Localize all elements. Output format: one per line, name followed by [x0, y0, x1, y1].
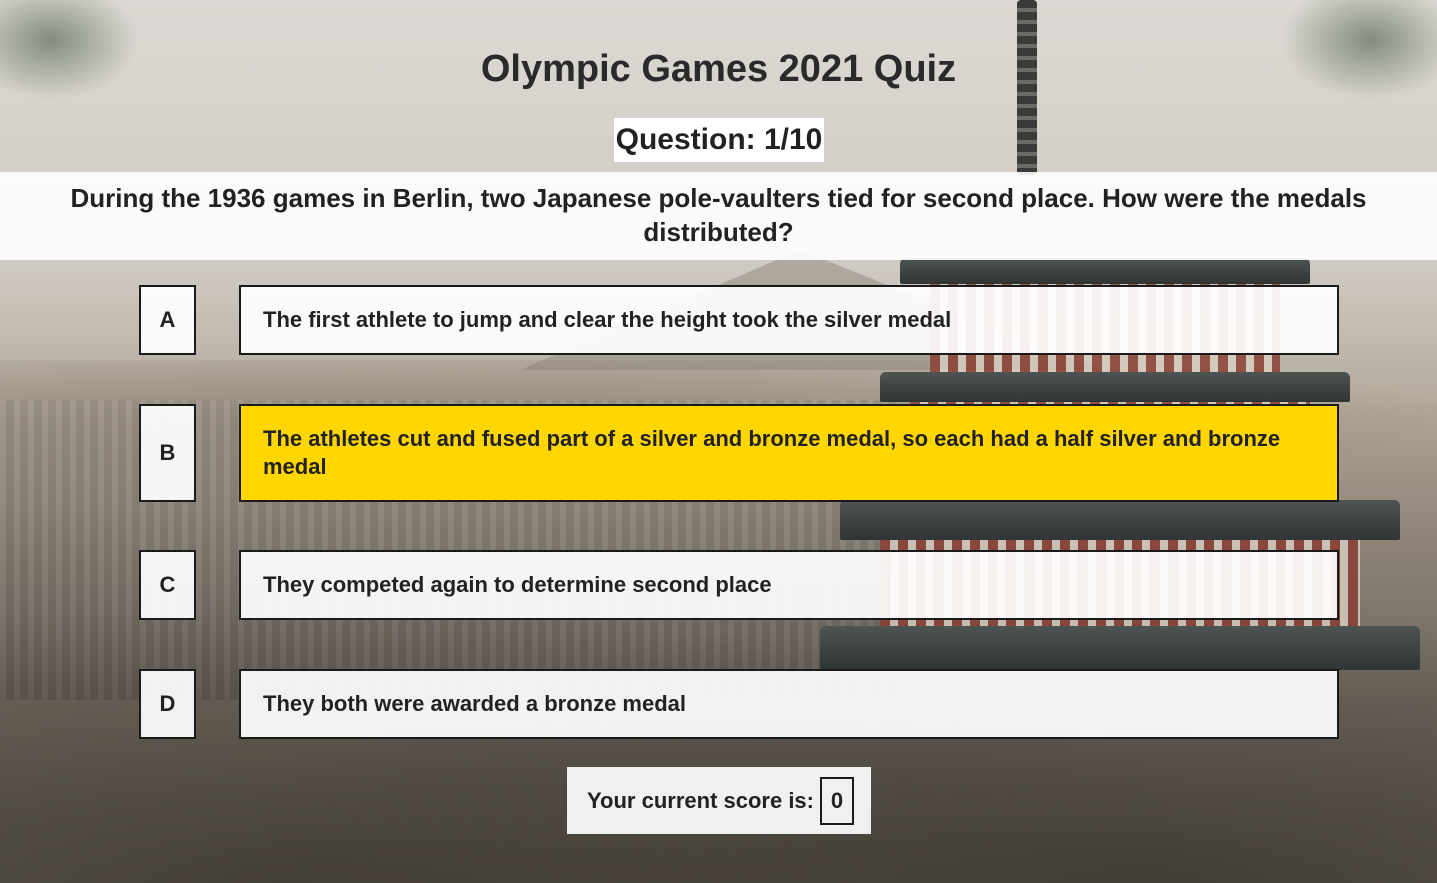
answer-letter-c: C	[139, 550, 196, 620]
question-text: During the 1936 games in Berlin, two Jap…	[70, 183, 1367, 247]
score-panel: Your current score is: 0	[567, 767, 871, 834]
answer-text: They both were awarded a bronze medal	[263, 691, 686, 716]
answer-text: The first athlete to jump and clear the …	[263, 307, 952, 332]
pagoda-roof	[840, 500, 1400, 540]
answer-option-d[interactable]: They both were awarded a bronze medal	[239, 669, 1339, 739]
answer-letter-d: D	[139, 669, 196, 739]
score-label: Your current score is:	[587, 787, 814, 813]
answer-letter-b: B	[139, 404, 196, 502]
answer-option-b[interactable]: The athletes cut and fused part of a sil…	[239, 404, 1339, 502]
question-counter: Question: 1/10	[614, 118, 824, 162]
page-title: Olympic Games 2021 Quiz	[480, 48, 957, 90]
answer-text: They competed again to determine second …	[263, 572, 772, 597]
pagoda-roof	[900, 258, 1310, 284]
pagoda-roof	[880, 372, 1350, 402]
answer-option-c[interactable]: They competed again to determine second …	[239, 550, 1339, 620]
answer-option-a[interactable]: The first athlete to jump and clear the …	[239, 285, 1339, 355]
answer-text: The athletes cut and fused part of a sil…	[263, 426, 1281, 479]
answer-letter-a: A	[139, 285, 196, 355]
pagoda-roof	[820, 626, 1420, 670]
score-value: 0	[820, 776, 854, 825]
